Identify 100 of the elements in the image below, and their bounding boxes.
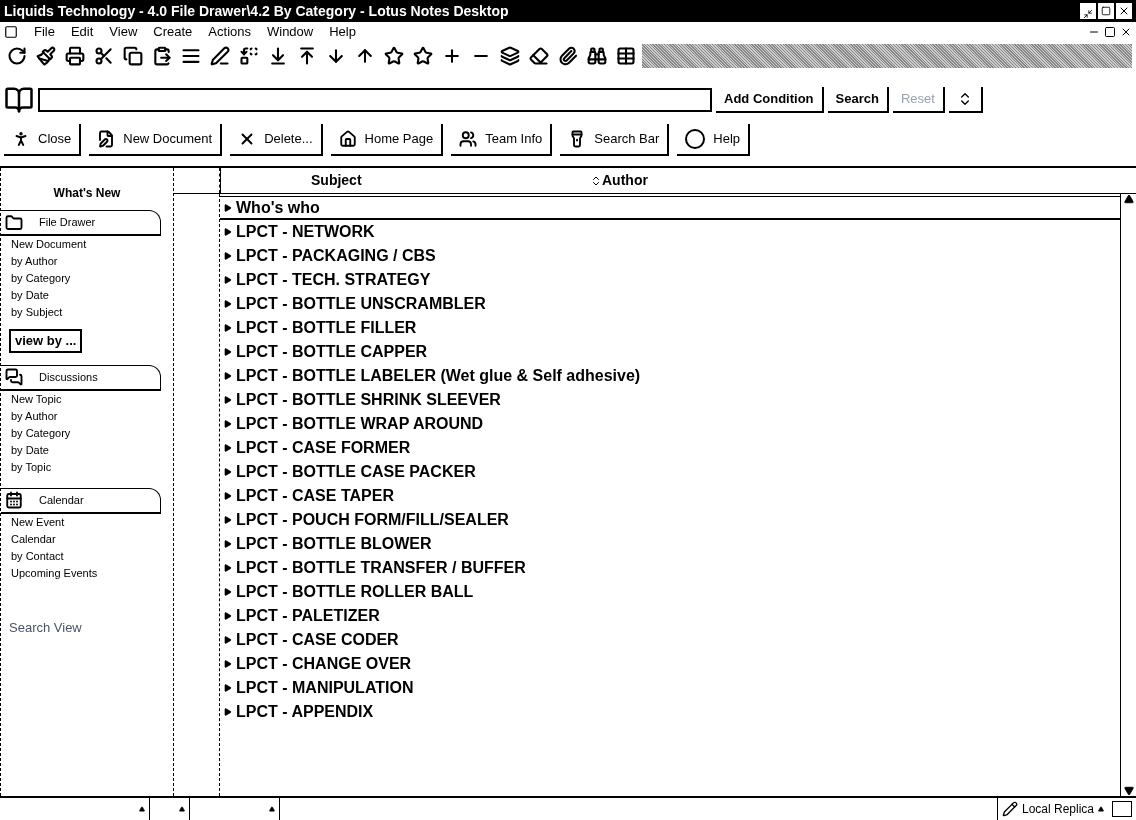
category-row[interactable]: LPCT - PACKAGING / CBS	[220, 244, 1120, 268]
whats-new-link[interactable]: What's New	[53, 184, 121, 202]
expand-icon[interactable]	[224, 372, 232, 380]
minimize-button[interactable]	[1080, 3, 1096, 19]
expand-icon[interactable]	[224, 252, 232, 260]
category-row[interactable]: LPCT - BOTTLE TRANSFER / BUFFER	[220, 556, 1120, 580]
navigator-link[interactable]: by Category	[1, 424, 173, 442]
action-button[interactable]: Delete...	[230, 124, 323, 156]
expand-icon[interactable]	[224, 348, 232, 356]
menu-item[interactable]: View	[109, 22, 138, 42]
category-row[interactable]: LPCT - POUCH FORM/FILL/SEALER	[220, 508, 1120, 532]
sort-icon[interactable]	[590, 174, 602, 187]
expand-icon[interactable]	[224, 444, 232, 452]
location-label[interactable]: Local Replica	[1021, 800, 1094, 818]
category-row[interactable]: LPCT - BOTTLE WRAP AROUND	[220, 412, 1120, 436]
category-row[interactable]: LPCT - BOTTLE CAPPER	[220, 340, 1120, 364]
menu-item[interactable]: Create	[153, 22, 193, 42]
scroll-down-icon[interactable]	[1123, 786, 1134, 796]
navigator-link[interactable]: New Topic	[1, 390, 173, 408]
scrollbar[interactable]	[1120, 194, 1136, 796]
maximize-button[interactable]	[1098, 3, 1114, 19]
category-row[interactable]: LPCT - BOTTLE FILLER	[220, 316, 1120, 340]
category-row[interactable]: LPCT - APPENDIX	[220, 700, 1120, 724]
status-arrow-icon[interactable]	[179, 806, 185, 812]
menu-item[interactable]: Edit	[70, 22, 94, 42]
expand-icon[interactable]	[224, 684, 232, 692]
navigator-link[interactable]: by Date	[1, 441, 173, 459]
category-row[interactable]: LPCT - CASE FORMER	[220, 436, 1120, 460]
category-row[interactable]: LPCT - BOTTLE SHRINK SLEEVER	[220, 388, 1120, 412]
expand-icon[interactable]	[224, 228, 232, 236]
action-button[interactable]: New Document	[89, 124, 223, 156]
category-row[interactable]: LPCT - PALETIZER	[220, 604, 1120, 628]
action-button[interactable]: Close	[4, 124, 82, 156]
column-header[interactable]: Subject	[220, 168, 590, 193]
action-button[interactable]: Help	[677, 124, 751, 156]
section-header[interactable]: File Drawer	[1, 210, 161, 236]
category-row[interactable]: Who's who	[220, 196, 1120, 220]
scroll-up-icon[interactable]	[1123, 194, 1134, 204]
expand-icon[interactable]	[224, 660, 232, 668]
expand-icon[interactable]	[224, 468, 232, 476]
help-icon	[685, 129, 706, 149]
expand-icon[interactable]	[224, 588, 232, 596]
category-row[interactable]: LPCT - CASE CODER	[220, 628, 1120, 652]
category-row[interactable]: LPCT - CASE TAPER	[220, 484, 1120, 508]
menu-item[interactable]: File	[34, 22, 55, 42]
navigator-link[interactable]: by Category	[1, 270, 173, 287]
navigator-link[interactable]: New Document	[1, 236, 173, 253]
category-row[interactable]: LPCT - BOTTLE UNSCRAMBLER	[220, 292, 1120, 316]
search-field[interactable]	[38, 88, 712, 112]
add-condition-button[interactable]: Add Condition	[716, 87, 824, 113]
category-row[interactable]: LPCT - TECH. STRATEGY	[220, 268, 1120, 292]
section-header[interactable]: Calendar	[1, 487, 161, 514]
expand-icon[interactable]	[224, 636, 232, 644]
category-row[interactable]: LPCT - BOTTLE BLOWER	[220, 532, 1120, 556]
folder-icon	[5, 213, 23, 232]
options-button[interactable]	[948, 87, 983, 113]
expand-icon[interactable]	[224, 516, 232, 524]
expand-icon[interactable]	[224, 708, 232, 716]
action-button[interactable]: Home Page	[330, 124, 444, 156]
menu-item[interactable]: Help	[329, 22, 356, 42]
navigator-link[interactable]: New Event	[1, 513, 173, 531]
navigator-link[interactable]: by Date	[1, 287, 173, 304]
category-row[interactable]: LPCT - BOTTLE CASE PACKER	[220, 460, 1120, 484]
expand-icon[interactable]	[224, 564, 232, 572]
close-button[interactable]	[1116, 3, 1132, 19]
expand-icon[interactable]	[224, 612, 232, 620]
navigator-link[interactable]: by Contact	[1, 547, 173, 565]
navigator-link[interactable]: Upcoming Events	[1, 564, 173, 582]
status-arrow-icon[interactable]	[1098, 806, 1104, 812]
expand-icon[interactable]	[224, 420, 232, 428]
category-row[interactable]: LPCT - CHANGE OVER	[220, 652, 1120, 676]
expand-icon[interactable]	[224, 540, 232, 548]
navigator-link[interactable]: by Subject	[1, 304, 173, 321]
navigator-link[interactable]: Calendar	[1, 530, 173, 548]
category-row[interactable]: LPCT - MANIPULATION	[220, 676, 1120, 700]
menu-item[interactable]: Window	[267, 22, 314, 42]
section-header[interactable]: Discussions	[1, 364, 161, 391]
view-by-button[interactable]: view by ...	[9, 329, 83, 353]
close-icon[interactable]	[1120, 26, 1132, 38]
expand-icon[interactable]	[224, 276, 232, 284]
navigator-link[interactable]: by Author	[1, 407, 173, 425]
category-row[interactable]: LPCT - BOTTLE ROLLER BALL	[220, 580, 1120, 604]
expand-icon[interactable]	[224, 492, 232, 500]
action-button[interactable]: Search Bar	[560, 124, 670, 156]
expand-icon[interactable]	[224, 396, 232, 404]
action-button[interactable]: Team Info	[451, 124, 553, 156]
search-view-link[interactable]: Search View	[1, 617, 173, 637]
column-header[interactable]: Author	[602, 170, 1136, 191]
menu-item[interactable]: Actions	[208, 22, 251, 42]
expand-icon[interactable]	[224, 203, 232, 212]
restore-icon[interactable]	[1104, 26, 1116, 38]
status-arrow-icon[interactable]	[269, 806, 275, 812]
navigator-link[interactable]: by Author	[1, 253, 173, 270]
status-arrow-icon[interactable]	[139, 806, 145, 812]
search-button[interactable]: Search	[827, 87, 889, 113]
expand-icon[interactable]	[224, 300, 232, 308]
category-row[interactable]: LPCT - BOTTLE LABELER (Wet glue & Self adhesive)	[220, 364, 1120, 388]
category-row[interactable]: LPCT - NETWORK	[220, 220, 1120, 244]
navigator-link[interactable]: by Topic	[1, 458, 173, 476]
expand-icon[interactable]	[224, 324, 232, 332]
